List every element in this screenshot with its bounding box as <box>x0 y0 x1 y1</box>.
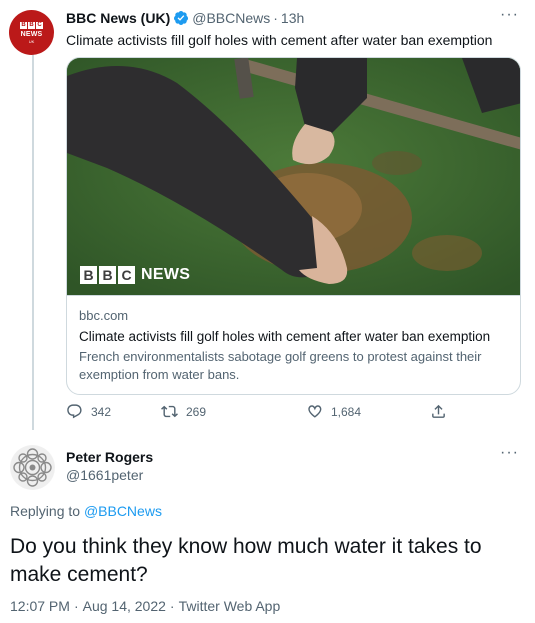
more-icon[interactable]: ··· <box>500 6 519 24</box>
tweet-source[interactable]: Twitter Web App <box>179 598 281 614</box>
reply-tweet-text: Do you think they know how much water it… <box>10 535 482 586</box>
reply-author-name[interactable]: Peter Rogers <box>66 449 153 465</box>
retweet-icon <box>161 403 178 420</box>
reply-icon <box>66 403 83 420</box>
card-body[interactable]: bbc.com Climate activists fill golf hole… <box>67 295 520 394</box>
card-image: B B C NEWS <box>67 58 520 295</box>
reply-author-handle[interactable]: @1661peter <box>66 467 143 483</box>
retweet-button[interactable]: 269 <box>161 403 206 420</box>
more-icon[interactable]: ··· <box>500 444 519 462</box>
bbc-news-watermark-logo: B B C NEWS <box>80 266 190 284</box>
tweet-date[interactable]: Aug 14, 2022 <box>83 598 166 614</box>
bbc-news-avatar[interactable]: B B C NEWS UK <box>9 10 54 55</box>
reply-count: 342 <box>91 404 112 419</box>
tweet-time[interactable]: 12:07 PM <box>10 598 70 614</box>
replying-to-link[interactable]: @BBCNews <box>84 503 162 519</box>
bbc-avatar-news-text: NEWS <box>20 30 43 38</box>
replying-to-line: Replying to @BBCNews <box>10 503 162 519</box>
parent-tweet-header: BBC News (UK) @BBCNews · 13h <box>66 10 304 26</box>
replying-to-label: Replying to <box>10 503 81 519</box>
share-button[interactable] <box>430 403 447 420</box>
bbc-avatar-logo-blocks: B B C <box>20 21 43 29</box>
meta-separator: · <box>169 598 175 614</box>
card-domain: bbc.com <box>79 308 129 323</box>
parent-tweet-text: Climate activists fill golf holes with c… <box>66 32 493 48</box>
reply-button[interactable]: 342 <box>66 403 111 420</box>
link-preview-card[interactable]: B B C NEWS bbc.com Climate activists fil… <box>66 57 521 395</box>
card-description: French environmentalists sabotage golf g… <box>79 349 482 382</box>
share-icon <box>430 403 447 420</box>
like-count: 1,684 <box>331 404 362 419</box>
header-separator: · <box>273 10 278 26</box>
parent-author-handle[interactable]: @BBCNews <box>192 10 270 26</box>
like-icon <box>306 403 323 420</box>
like-button[interactable]: 1,684 <box>306 403 361 420</box>
parent-tweet-actions: 342 269 1,684 <box>66 403 446 423</box>
parent-tweet-time[interactable]: 13h <box>281 10 304 26</box>
parent-tweet[interactable]: B B C NEWS UK BBC News (UK) @BBCNews · 1… <box>0 0 535 432</box>
card-title: Climate activists fill golf holes with c… <box>79 329 491 344</box>
peter-rogers-avatar[interactable] <box>10 445 55 490</box>
verified-badge-icon <box>173 10 189 26</box>
meta-separator: · <box>73 598 79 614</box>
parent-author-name[interactable]: BBC News (UK) <box>66 10 170 26</box>
retweet-count: 269 <box>186 404 207 419</box>
bbc-avatar-uk-text: UK <box>28 38 35 44</box>
tweet-meta: 12:07 PM · Aug 14, 2022 · Twitter Web Ap… <box>10 598 280 614</box>
